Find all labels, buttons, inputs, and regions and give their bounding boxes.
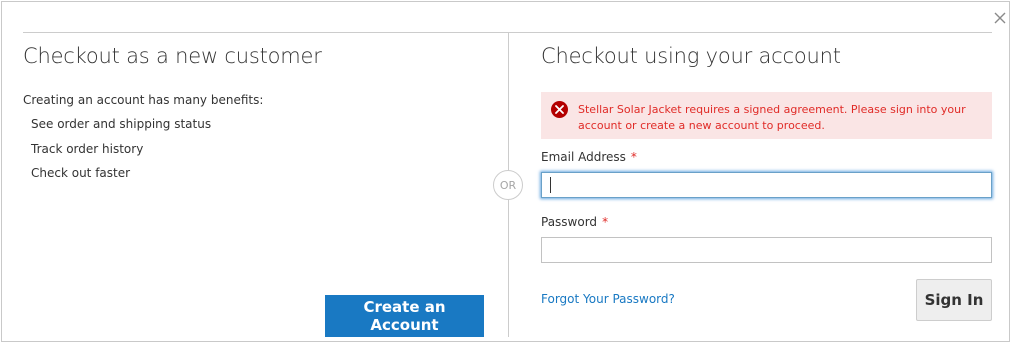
- required-marker: *: [602, 215, 609, 229]
- create-account-button[interactable]: Create an Account: [325, 295, 484, 337]
- email-label-text: Email Address: [541, 150, 626, 164]
- password-label-text: Password: [541, 215, 598, 229]
- password-input[interactable]: [541, 237, 992, 263]
- sign-in-button[interactable]: Sign In: [916, 279, 992, 321]
- benefit-item: Track order history: [31, 142, 144, 156]
- required-marker: *: [630, 150, 637, 164]
- benefit-item: See order and shipping status: [31, 117, 212, 131]
- close-icon[interactable]: [994, 12, 1006, 24]
- forgot-password-link[interactable]: Forgot Your Password?: [541, 292, 675, 306]
- error-message-box: Stellar Solar Jacket requires a signed a…: [541, 92, 992, 139]
- login-title: Checkout using your account: [541, 44, 841, 68]
- text-caret: [550, 177, 551, 193]
- error-circle-x-icon: [551, 101, 568, 118]
- email-label: Email Address *: [541, 150, 637, 164]
- password-label: Password *: [541, 215, 608, 229]
- email-input[interactable]: [541, 172, 992, 198]
- or-badge: OR: [493, 170, 523, 200]
- error-message-text: Stellar Solar Jacket requires a signed a…: [578, 103, 966, 132]
- new-customer-title: Checkout as a new customer: [23, 44, 322, 68]
- close-button[interactable]: [990, 8, 1010, 28]
- benefits-intro: Creating an account has many benefits:: [23, 93, 264, 107]
- benefit-item: Check out faster: [31, 166, 131, 180]
